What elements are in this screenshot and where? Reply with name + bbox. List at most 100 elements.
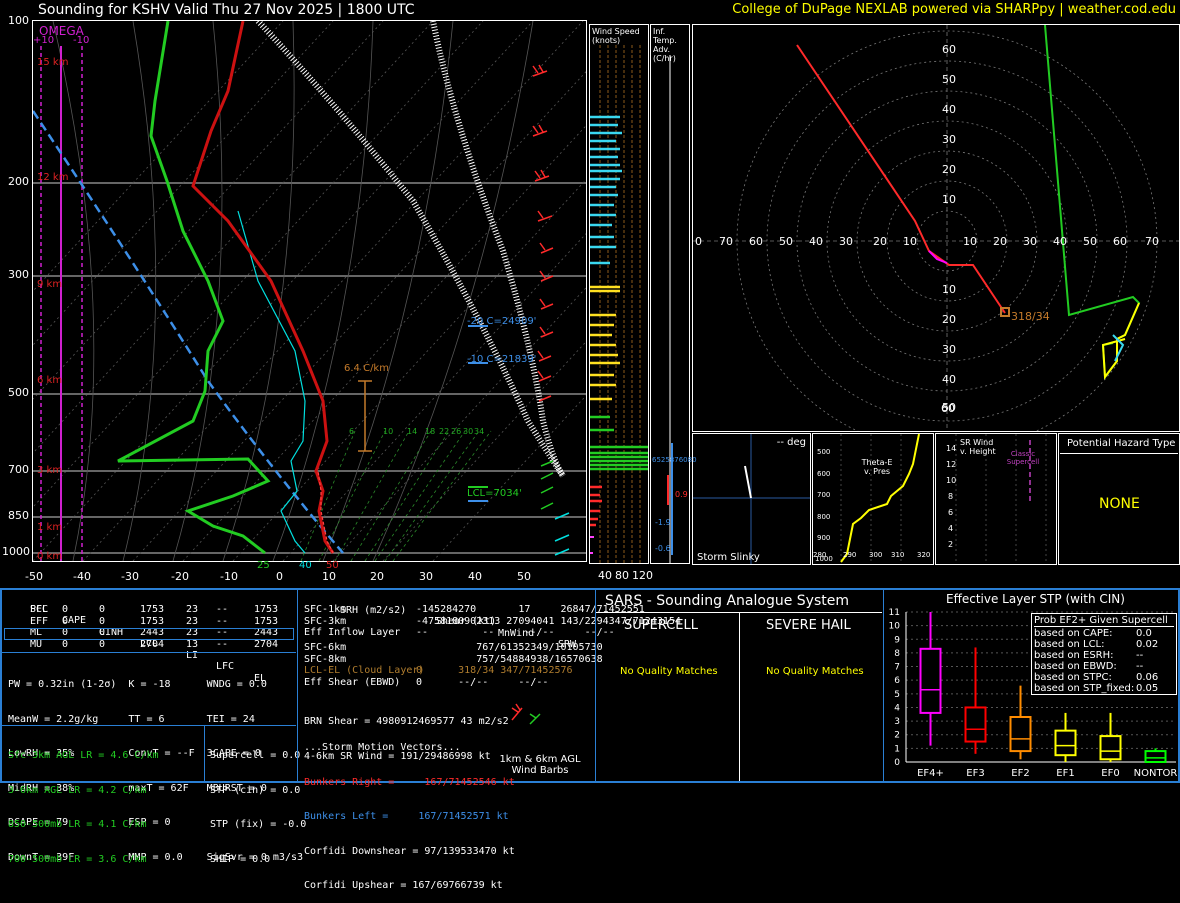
surface-wetbulb-label: 40 — [299, 560, 312, 571]
wind-speed-panel: Wind Speed (knots) — [589, 24, 649, 564]
index-line-2: MeanW = 2.2g/kg TT = 6 TEI = 24 — [8, 713, 255, 725]
hodo-ring-x-60r: 60 — [1113, 235, 1127, 248]
wind-barbs-upper — [532, 64, 554, 402]
hazard-divider — [1060, 453, 1178, 454]
lapse-rate-block: Sfc-3km AGL LR = 4.6 C/km 3-6km AGL LR =… — [8, 727, 159, 877]
bunkers-right: Bunkers Right = 167/71452546 kt — [304, 776, 515, 788]
mr-label-10: 10 — [383, 427, 394, 436]
temp-adv-value-1: 6525876080 — [652, 456, 697, 464]
composite-line-2: STP (cin) = 0.0 — [210, 784, 301, 796]
srwind-y-2: 2 — [948, 540, 954, 549]
stp-category-label: EF1 — [1056, 768, 1074, 778]
lapse-line-4: 700-500mb LR = 3.6 C/km — [8, 853, 147, 865]
height-12km: 12 km — [37, 172, 69, 183]
parcel-cell: 13 — [186, 638, 199, 650]
t-tick-20: 20 — [370, 570, 384, 583]
parcel-cell: 0 — [62, 604, 69, 615]
lapse-annotation: 6.4 C/km — [344, 363, 389, 374]
lapse-line-3: 850-500mb LR = 4.1 C/km — [8, 819, 147, 830]
stp-ytick: 10 — [889, 622, 901, 632]
parcel-cell: -- — [216, 638, 229, 650]
isotherms — [33, 21, 586, 561]
storm-motion-title: ...Storm Motion Vectors... — [304, 742, 461, 753]
p-tick-200: 200 — [8, 175, 29, 188]
stp-category-label: EF3 — [966, 768, 984, 778]
parcel-ml-highlight — [4, 628, 294, 640]
height-6km: 6 km — [37, 375, 63, 386]
sars-hail-matches: No Quality Matches — [766, 666, 864, 677]
mr-label-18: 18 — [425, 427, 436, 436]
sars-divider-left — [595, 590, 596, 781]
theta-y-900: 900 — [817, 534, 831, 542]
parcel-cell: -- — [216, 615, 229, 627]
hodo-ring-x-30l: 30 — [839, 235, 853, 248]
t-tick-10: 10 — [322, 570, 336, 583]
hodo-ring-x-10l: 10 — [903, 235, 917, 248]
sars-col-divider — [739, 612, 740, 781]
parcel-cell: 23 — [186, 604, 199, 615]
stp-category-label: NONTOR — [1134, 768, 1178, 778]
theta-y-600: 600 — [817, 470, 831, 478]
wind-barbs-lower — [540, 460, 554, 510]
sars-hail-heading: SEVERE HAIL — [766, 618, 851, 633]
stp-box-nontor — [1144, 748, 1167, 764]
srwind-y-4: 4 — [948, 524, 954, 533]
wind-bars-low — [590, 415, 648, 471]
stp-box-rect — [964, 706, 987, 743]
stp-ytick: 7 — [894, 663, 900, 673]
hodo-ring-y-30: 30 — [942, 133, 956, 146]
stp-box-rect — [1099, 735, 1122, 761]
parcel-cell: 1753 — [254, 604, 279, 615]
wind-profile-1 — [255, 21, 566, 478]
parcel-cell: 1753 — [254, 615, 279, 627]
t-tick-m10: -10 — [220, 570, 238, 583]
omega-tick-minus: -10 — [73, 35, 90, 46]
hazard-value: NONE — [1099, 496, 1140, 512]
kin-row-values: 0 318/34 347/71452576 — [416, 665, 573, 676]
stp-ytick: 11 — [889, 608, 900, 618]
theta-x-320: 320 — [917, 551, 931, 559]
height-15km: 15 km — [37, 57, 69, 68]
srwind-y-12: 12 — [946, 460, 957, 469]
lapse-line-1: Sfc-3km AGL LR = 4.6 C/km — [8, 750, 159, 761]
kin-row-label: SFC-1km — [304, 604, 347, 615]
composites-divider — [204, 725, 205, 781]
kin-barbs-label: 1km & 6km AGL Wind Barbs — [499, 754, 581, 776]
theta-y-500: 500 — [817, 448, 831, 456]
wind-tick-120: 120 — [632, 569, 653, 582]
stp-box-ef4plus — [919, 612, 942, 746]
hodo-trace-green — [1044, 24, 1141, 380]
prob-row-value: -- — [1136, 661, 1144, 672]
sars-supercell-heading: SUPERCELL — [624, 618, 698, 633]
kin-row-label: Eff Inflow Layer — [304, 627, 401, 638]
hodo-ring-x-10r: 10 — [963, 235, 977, 248]
kin-row-label: SFC-8km — [304, 653, 347, 665]
hodo-ring-x-70l: 70 — [719, 235, 733, 248]
sars-title: SARS - Sounding Analogue System — [605, 593, 849, 609]
stp-box-ef2 — [1009, 685, 1032, 760]
theta-x-290: 290 — [843, 551, 857, 559]
kin-row-label: SFC-3km — [304, 615, 347, 627]
sars-supercell-matches: No Quality Matches — [620, 666, 718, 677]
skewt-svg — [33, 21, 586, 561]
t-tick-m40: -40 — [73, 570, 91, 583]
hodo-ring-x-30r: 30 — [1023, 235, 1037, 248]
t-tick-40: 40 — [468, 570, 482, 583]
stp-ytick: 1 — [894, 744, 900, 754]
bunkers-left: Bunkers Left = 167/71452571 kt — [304, 811, 509, 822]
omega-tick-plus: +10 — [33, 35, 55, 46]
hodograph-svg — [693, 24, 1179, 452]
stp-box-rect — [1144, 750, 1167, 764]
hodo-trace-yellow — [1101, 302, 1140, 380]
theta-x-280: 280 — [813, 551, 827, 559]
parcel-cell: EFF — [30, 615, 49, 627]
prob-row-label: based on STPC: — [1034, 672, 1112, 683]
height-1km: 1 km — [37, 522, 63, 533]
hodo-storm-label: 318/34 — [1011, 310, 1050, 323]
hazard-title: Potential Hazard Type — [1067, 438, 1176, 449]
storm-slinky-label: Storm Slinky — [697, 552, 760, 563]
prob-row-value: 0.0 — [1136, 628, 1152, 639]
hodo-ring-y-40: 40 — [942, 103, 956, 116]
hodograph-panel: 60 50 40 30 20 10 0 70 60 50 40 30 20 10… — [692, 24, 1180, 452]
stp-ytick: 9 — [894, 635, 900, 645]
